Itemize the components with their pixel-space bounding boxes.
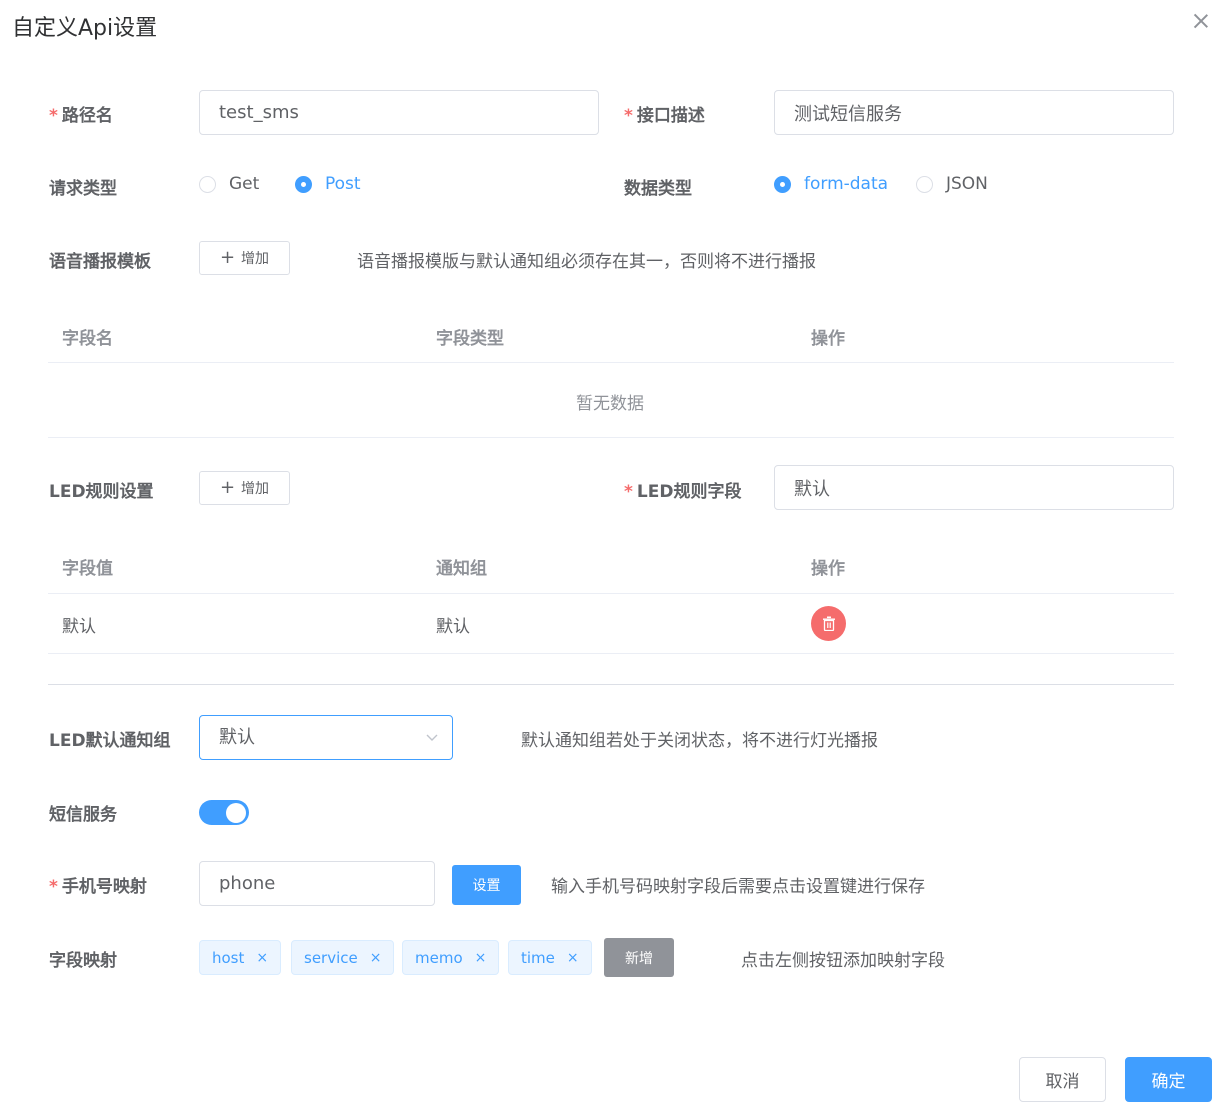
- voice-table-header-type: 字段类型: [436, 329, 504, 349]
- sms-service-label: 短信服务: [49, 805, 117, 825]
- led-rule-field-label: * LED规则字段: [624, 482, 742, 502]
- phone-mapping-set-button[interactable]: 设置: [452, 865, 521, 905]
- led-row-delete-button[interactable]: [811, 606, 846, 641]
- path-name-label: * 路径名: [49, 106, 113, 126]
- radio-form-data[interactable]: form-data: [774, 174, 888, 194]
- phone-mapping-input[interactable]: [199, 861, 435, 906]
- field-mapping-label: 字段映射: [49, 951, 117, 971]
- voice-table-bottom-divider: [48, 437, 1174, 438]
- voice-table-header-divider: [48, 362, 1174, 363]
- plus-icon: +: [219, 477, 236, 498]
- led-rule-field-input[interactable]: [774, 465, 1174, 510]
- sms-service-switch[interactable]: [199, 800, 249, 825]
- dialog-title: 自定义Api设置: [12, 16, 158, 41]
- section-divider: [48, 684, 1174, 685]
- led-rule-add-button[interactable]: + 增加: [199, 471, 290, 505]
- switch-knob: [226, 802, 246, 823]
- radio-get[interactable]: Get: [199, 174, 259, 194]
- led-table-cell-group: 默认: [436, 617, 470, 637]
- field-tag-host: host ×: [199, 940, 282, 975]
- phone-mapping-label: * 手机号映射: [49, 877, 147, 897]
- led-default-group-hint: 默认通知组若处于关闭状态，将不进行灯光播报: [521, 731, 878, 751]
- path-name-input[interactable]: [199, 90, 599, 135]
- phone-mapping-hint: 输入手机号码映射字段后需要点击设置键进行保存: [551, 877, 925, 897]
- voice-template-label: 语音播报模板: [49, 252, 151, 272]
- voice-template-add-button[interactable]: + 增加: [199, 241, 290, 275]
- tag-close-icon[interactable]: ×: [567, 950, 579, 966]
- tag-close-icon[interactable]: ×: [256, 950, 268, 966]
- led-table-header-divider: [48, 593, 1174, 594]
- confirm-button[interactable]: 确定: [1125, 1057, 1212, 1102]
- cancel-button[interactable]: 取消: [1019, 1057, 1106, 1102]
- led-table-bottom-divider: [48, 653, 1174, 654]
- interface-desc-label: * 接口描述: [624, 106, 705, 126]
- data-type-label: 数据类型: [624, 179, 692, 199]
- radio-post-dot: [295, 175, 312, 193]
- led-table-cell-value: 默认: [62, 617, 96, 637]
- tag-close-icon[interactable]: ×: [475, 950, 487, 966]
- interface-desc-input[interactable]: [774, 90, 1174, 135]
- led-default-group-label: LED默认通知组: [49, 731, 171, 751]
- led-default-group-select[interactable]: 默认: [199, 715, 453, 760]
- radio-form-data-dot: [774, 175, 791, 193]
- request-type-label: 请求类型: [49, 179, 117, 199]
- voice-table-header-name: 字段名: [62, 329, 113, 349]
- voice-table-header-action: 操作: [811, 329, 845, 349]
- led-rule-label: LED规则设置: [49, 482, 154, 502]
- led-table-header-value: 字段值: [62, 559, 113, 579]
- field-tag-memo: memo ×: [402, 940, 500, 975]
- trash-icon: [822, 616, 835, 631]
- field-mapping-add-button[interactable]: 新增: [604, 938, 674, 977]
- led-table-header-action: 操作: [811, 559, 845, 579]
- chevron-down-icon: [426, 734, 438, 741]
- radio-json-dot: [916, 175, 933, 193]
- radio-json[interactable]: JSON: [916, 174, 988, 194]
- voice-template-hint: 语音播报模版与默认通知组必须存在其一，否则将不进行播报: [357, 252, 816, 272]
- led-table-header-group: 通知组: [436, 559, 487, 579]
- close-icon[interactable]: [1192, 12, 1210, 30]
- plus-icon: +: [219, 247, 236, 268]
- field-tag-service: service ×: [291, 940, 395, 975]
- field-mapping-hint: 点击左侧按钮添加映射字段: [741, 951, 945, 971]
- tag-close-icon[interactable]: ×: [370, 950, 382, 966]
- voice-table-empty: 暂无数据: [576, 394, 644, 414]
- radio-get-dot: [199, 175, 216, 193]
- radio-post[interactable]: Post: [295, 174, 361, 194]
- field-tag-time: time ×: [508, 940, 592, 975]
